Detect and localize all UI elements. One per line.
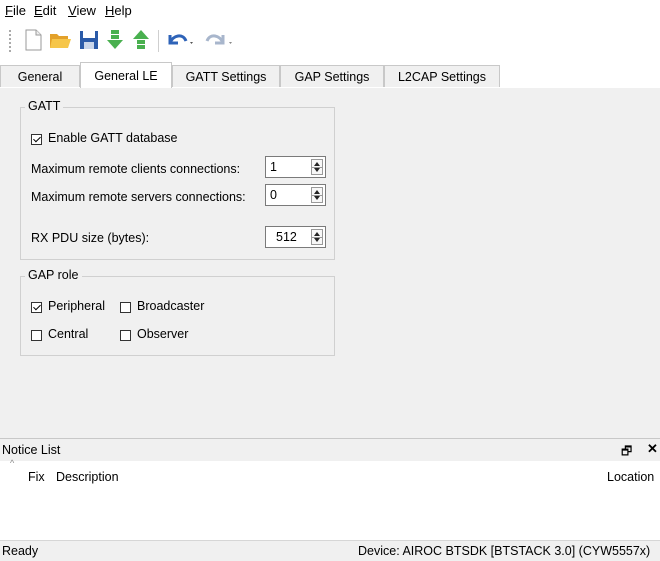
notice-list-title: Notice List [2,443,61,457]
column-description[interactable]: Description [56,470,119,484]
menu-file[interactable]: File [5,3,26,18]
tab-gatt-settings[interactable]: GATT Settings [172,65,280,87]
menu-edit[interactable]: Edit [34,3,56,18]
max-clients-spinbox[interactable]: 1 [265,156,326,178]
peripheral-label: Peripheral [48,299,105,313]
enable-gatt-label: Enable GATT database [48,131,178,145]
gap-role-group-title: GAP role [25,268,82,282]
menu-bar: File Edit View Help [0,0,660,22]
max-servers-spinbox[interactable]: 0 [265,184,326,206]
max-clients-label: Maximum remote clients connections: [31,162,241,176]
tab-general-le[interactable]: General LE [80,62,172,89]
max-servers-value: 0 [270,188,277,202]
broadcaster-checkbox[interactable] [120,302,131,313]
max-servers-stepper-icon[interactable] [311,187,323,203]
tab-gap-settings[interactable]: GAP Settings [280,65,384,87]
column-location[interactable]: Location [607,470,654,484]
peripheral-checkbox[interactable] [31,302,42,313]
new-file-icon[interactable] [22,27,44,53]
central-label: Central [48,327,89,341]
rx-pdu-stepper-icon[interactable] [311,229,323,245]
tab-bar: General General LE GATT Settings GAP Set… [0,62,660,89]
rx-pdu-label: RX PDU size (bytes): [31,231,150,245]
toolbar [0,22,660,63]
max-servers-label: Maximum remote servers connections: [31,190,246,204]
max-clients-stepper-icon[interactable] [311,159,323,175]
notice-table-header: ^ Fix Description Location [0,458,660,484]
general-le-panel: GATT Enable GATT database Maximum remote… [0,88,660,438]
rx-pdu-value: 512 [276,230,297,244]
notice-list-header: Notice List 🗗 ✕ [0,439,660,462]
gap-role-group [20,276,335,356]
observer-label: Observer [137,327,189,341]
tab-l2cap-settings[interactable]: L2CAP Settings [384,65,500,87]
tab-general[interactable]: General [0,65,80,87]
column-fix[interactable]: Fix [28,470,45,484]
float-dock-icon[interactable]: 🗗 [621,442,632,463]
notice-list-panel: Notice List 🗗 ✕ ^ Fix Description Locati… [0,438,660,541]
sort-up-icon: ^ [10,458,15,468]
status-bar: Ready Device: AIROC BTSDK [BTSTACK 3.0] … [0,540,660,561]
status-ready: Ready [2,544,39,558]
menu-help[interactable]: Help [105,3,132,18]
status-device: Device: AIROC BTSDK [BTSTACK 3.0] (CYW55… [358,544,651,558]
enable-gatt-checkbox[interactable] [31,134,42,145]
toolbar-grip[interactable] [9,30,11,52]
gatt-group-title: GATT [25,99,64,113]
save-icon[interactable] [78,27,100,53]
open-folder-icon[interactable] [48,27,71,53]
menu-view[interactable]: View [68,3,96,18]
central-checkbox[interactable] [31,330,42,341]
import-icon[interactable] [104,27,126,53]
close-icon[interactable]: ✕ [647,441,658,457]
broadcaster-label: Broadcaster [137,299,205,313]
toolbar-separator [158,30,159,52]
rx-pdu-spinbox[interactable]: 512 [265,226,326,248]
undo-icon[interactable] [164,27,198,53]
notice-table-body[interactable] [0,485,660,541]
redo-icon[interactable] [203,27,237,53]
export-icon[interactable] [130,27,152,53]
max-clients-value: 1 [270,160,277,174]
observer-checkbox[interactable] [120,330,131,341]
